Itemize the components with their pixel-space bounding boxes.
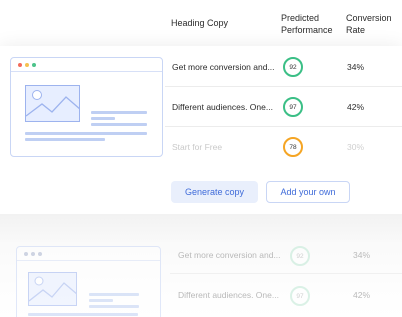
image-placeholder-icon — [28, 272, 77, 306]
add-your-own-button[interactable]: Add your own — [266, 181, 350, 203]
ghost-conversion-rate: 42% — [353, 290, 371, 300]
text-line — [91, 117, 115, 120]
conversion-rate: 42% — [347, 102, 365, 112]
row-divider — [165, 126, 402, 127]
column-header-predicted-performance: Predicted Performance — [281, 12, 333, 36]
text-line — [89, 305, 139, 308]
row-divider — [165, 86, 402, 87]
text-line — [25, 132, 147, 135]
column-header-line: Predicted — [281, 13, 320, 23]
dot-icon — [38, 252, 42, 256]
copy-cell[interactable]: Start for Free — [172, 142, 222, 153]
ghost-score-ring: 92 — [290, 246, 310, 266]
score-value: 97 — [289, 103, 297, 111]
score-ring: 92 — [283, 57, 303, 77]
generate-copy-button[interactable]: Generate copy — [171, 181, 258, 203]
text-line — [89, 299, 113, 302]
window-dots — [24, 252, 42, 256]
title-bar-divider — [11, 71, 162, 72]
text-line — [25, 138, 105, 141]
score-ring: 97 — [283, 97, 303, 117]
copy-cell[interactable]: Get more conversion and... — [172, 62, 275, 73]
text-line — [91, 123, 147, 126]
score-ring: 78 — [283, 137, 303, 157]
window-dots — [18, 63, 36, 67]
yellow-dot-icon — [25, 63, 29, 67]
conversion-rate: 34% — [347, 62, 365, 72]
image-placeholder-icon — [25, 85, 80, 122]
column-header-conversion-rate: Conversion Rate — [346, 12, 392, 36]
column-header-line: Rate — [346, 25, 366, 35]
score-value: 78 — [289, 143, 297, 151]
column-header-heading-copy: Heading Copy — [171, 18, 229, 28]
ghost-copy-cell: Different audiences. One... — [178, 290, 279, 300]
score-value: 97 — [296, 292, 304, 300]
text-line — [28, 313, 138, 316]
row-divider — [170, 273, 402, 274]
ghost-copy-cell: Get more conversion and... — [178, 250, 281, 260]
score-value: 92 — [296, 252, 304, 260]
text-line — [89, 293, 139, 296]
conversion-rate: 30% — [347, 142, 365, 152]
column-header-line: Performance — [281, 25, 333, 35]
score-value: 92 — [289, 63, 297, 71]
green-dot-icon — [32, 63, 36, 67]
text-line — [91, 111, 147, 114]
dot-icon — [24, 252, 28, 256]
column-header-line: Conversion — [346, 13, 392, 23]
ghost-conversion-rate: 34% — [353, 250, 371, 260]
title-bar-divider — [17, 260, 160, 261]
copy-cell[interactable]: Different audiences. One... — [172, 102, 273, 113]
page-preview-illustration — [10, 57, 163, 157]
red-dot-icon — [18, 63, 22, 67]
dot-icon — [31, 252, 35, 256]
ghost-score-ring: 97 — [290, 286, 310, 306]
page-preview-illustration — [16, 246, 161, 317]
